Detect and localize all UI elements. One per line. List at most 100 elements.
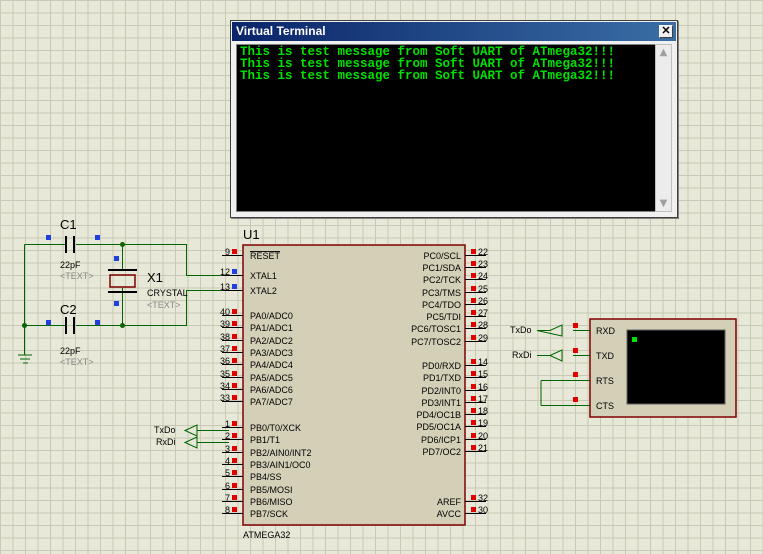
mcu-pin-number: 22 xyxy=(478,247,488,257)
x1-text-placeholder: <TEXT> xyxy=(147,300,181,310)
mcu-pin-name: PD7/OC2 xyxy=(422,447,461,457)
mcu-pin-number: 38 xyxy=(220,332,230,342)
term-pin-rts: RTS xyxy=(596,376,614,386)
mcu-pin-name: PD4/OC1B xyxy=(416,410,461,420)
net-label-term-rxdi[interactable]: RxDi xyxy=(512,350,532,360)
capacitor-c2[interactable]: C2 22pF <TEXT> xyxy=(46,302,100,367)
mcu-pin-number: 40 xyxy=(220,307,230,317)
c1-value-label: 22pF xyxy=(60,260,81,270)
window-titlebar[interactable]: Virtual Terminal ✕ xyxy=(232,22,676,41)
mcu-pin-name: PB2/AIN0/INT2 xyxy=(250,448,312,458)
mcu-pin-number: 19 xyxy=(478,418,488,428)
mcu-pin-name: PA4/ADC4 xyxy=(250,360,293,370)
mcu-pin-name: PC6/TOSC1 xyxy=(411,324,461,334)
x1-value-label: CRYSTAL xyxy=(147,288,188,298)
mcu-pin-number: 36 xyxy=(220,356,230,366)
mcu-pin-number: 13 xyxy=(220,282,230,292)
mcu-pin-name: PB7/SCK xyxy=(250,509,288,519)
scroll-down-icon[interactable]: ▼ xyxy=(656,196,671,211)
scroll-up-icon[interactable]: ▲ xyxy=(656,45,671,60)
mcu-u1[interactable]: U1 ATMEGA32 9 RESET12 XTAL113 XTAL240 PA0/AD… xyxy=(220,227,488,540)
mcu-pin-number: 15 xyxy=(478,369,488,379)
mcu-pin-number: 1 xyxy=(225,419,230,429)
term-pin-cts: CTS xyxy=(596,401,614,411)
mcu-pin-number: 39 xyxy=(220,319,230,329)
terminal-cursor xyxy=(632,337,637,342)
net-label-term-txdo[interactable]: TxDo xyxy=(510,325,532,335)
terminal-screen[interactable]: This is test message from Soft UART of A… xyxy=(236,44,656,212)
mcu-part-label: ATMEGA32 xyxy=(243,530,290,540)
mcu-pin-number: 7 xyxy=(225,493,230,503)
mcu-pin-name: RESET xyxy=(250,251,281,261)
mcu-pin-name: PD5/OC1A xyxy=(416,422,461,432)
mcu-pin-name: PA0/ADC0 xyxy=(250,311,293,321)
mcu-pin-name: PB3/AIN1/OC0 xyxy=(250,460,311,470)
mcu-pin-number: 9 xyxy=(225,247,230,257)
virtual-terminal-window[interactable]: Virtual Terminal ✕ This is test message … xyxy=(230,20,678,218)
mcu-pin-name: PA7/ADC7 xyxy=(250,397,293,407)
mcu-pin-number: 37 xyxy=(220,344,230,354)
mcu-pin-name: PD1/TXD xyxy=(423,373,462,383)
mcu-pin-number: 28 xyxy=(478,320,488,330)
mcu-pin-number: 35 xyxy=(220,369,230,379)
mcu-pin-number: 12 xyxy=(220,267,230,277)
mcu-pin-name: AREF xyxy=(437,497,462,507)
close-icon[interactable]: ✕ xyxy=(659,25,673,38)
mcu-pin-number: 29 xyxy=(478,333,488,343)
mcu-pin-name: XTAL1 xyxy=(250,271,277,281)
mcu-pin-number: 6 xyxy=(225,481,230,491)
mcu-pin-name: PD0/RXD xyxy=(422,361,462,371)
crystal-x1[interactable]: X1 CRYSTAL <TEXT> xyxy=(108,256,188,310)
mcu-pin-name: PC3/TMS xyxy=(422,288,461,298)
mcu-pin-name: PA6/ADC6 xyxy=(250,385,293,395)
mcu-pin-name: PB1/T1 xyxy=(250,435,280,445)
mcu-pin-number: 32 xyxy=(478,493,488,503)
mcu-pin-number: 27 xyxy=(478,308,488,318)
window-title: Virtual Terminal xyxy=(236,24,326,38)
mcu-pin-name: PB5/MOSI xyxy=(250,485,293,495)
mcu-pin-number: 30 xyxy=(478,505,488,515)
mcu-pin-name: PA3/ADC3 xyxy=(250,348,293,358)
mcu-pin-number: 8 xyxy=(225,505,230,515)
net-label-txdo[interactable]: TxDo xyxy=(154,425,176,435)
c2-ref-label: C2 xyxy=(60,302,77,317)
mcu-pin-number: 3 xyxy=(225,444,230,454)
mcu-pin-name: PB6/MISO xyxy=(250,497,293,507)
mcu-pin-number: 4 xyxy=(225,456,230,466)
terminal-line: This is test message from Soft UART of A… xyxy=(240,69,616,83)
term-pin-txd: TXD xyxy=(596,351,615,361)
mcu-pin-name: PC4/TDO xyxy=(422,300,461,310)
mcu-pin-number: 20 xyxy=(478,431,488,441)
mcu-pin-name: PA1/ADC1 xyxy=(250,323,293,333)
mcu-pin-name: PC2/TCK xyxy=(423,275,461,285)
virtual-terminal-device[interactable]: TxDo RxDi RXD TXD RTS CTS xyxy=(510,318,737,418)
mcu-pin-name: PD6/ICP1 xyxy=(421,435,461,445)
term-pin-rxd: RXD xyxy=(596,326,616,336)
mcu-net-labels: TxDo RxDi xyxy=(154,424,229,449)
mcu-ref-label: U1 xyxy=(243,227,260,242)
mcu-pin-number: 2 xyxy=(225,431,230,441)
capacitor-c1[interactable]: C1 22pF <TEXT> xyxy=(46,217,100,281)
mcu-pin-number: 24 xyxy=(478,271,488,281)
mcu-pin-name: PB0/T0/XCK xyxy=(250,423,301,433)
mcu-pin-name: PC0/SCL xyxy=(423,251,461,261)
mcu-pin-name: AVCC xyxy=(437,509,462,519)
c2-value-label: 22pF xyxy=(60,346,81,356)
mcu-pin-number: 5 xyxy=(225,468,230,478)
mcu-pin-number: 33 xyxy=(220,393,230,403)
mcu-pin-name: PC1/SDA xyxy=(422,263,461,273)
mcu-pin-number: 34 xyxy=(220,381,230,391)
mcu-pin-name: PD3/INT1 xyxy=(421,398,461,408)
mcu-pin-name: XTAL2 xyxy=(250,286,277,296)
mcu-pin-number: 21 xyxy=(478,443,488,453)
terminal-device-screen xyxy=(626,329,726,405)
c2-text-placeholder: <TEXT> xyxy=(60,357,94,367)
mcu-pin-name: PB4/SS xyxy=(250,472,282,482)
vertical-scrollbar[interactable]: ▲ ▼ xyxy=(655,44,672,212)
net-label-rxdi[interactable]: RxDi xyxy=(156,437,176,447)
x1-ref-label: X1 xyxy=(147,270,163,285)
mcu-pin-name: PD2/INT0 xyxy=(421,386,461,396)
mcu-pin-number: 17 xyxy=(478,394,488,404)
c1-text-placeholder: <TEXT> xyxy=(60,271,94,281)
mcu-pin-name: PC5/TDI xyxy=(426,312,461,322)
